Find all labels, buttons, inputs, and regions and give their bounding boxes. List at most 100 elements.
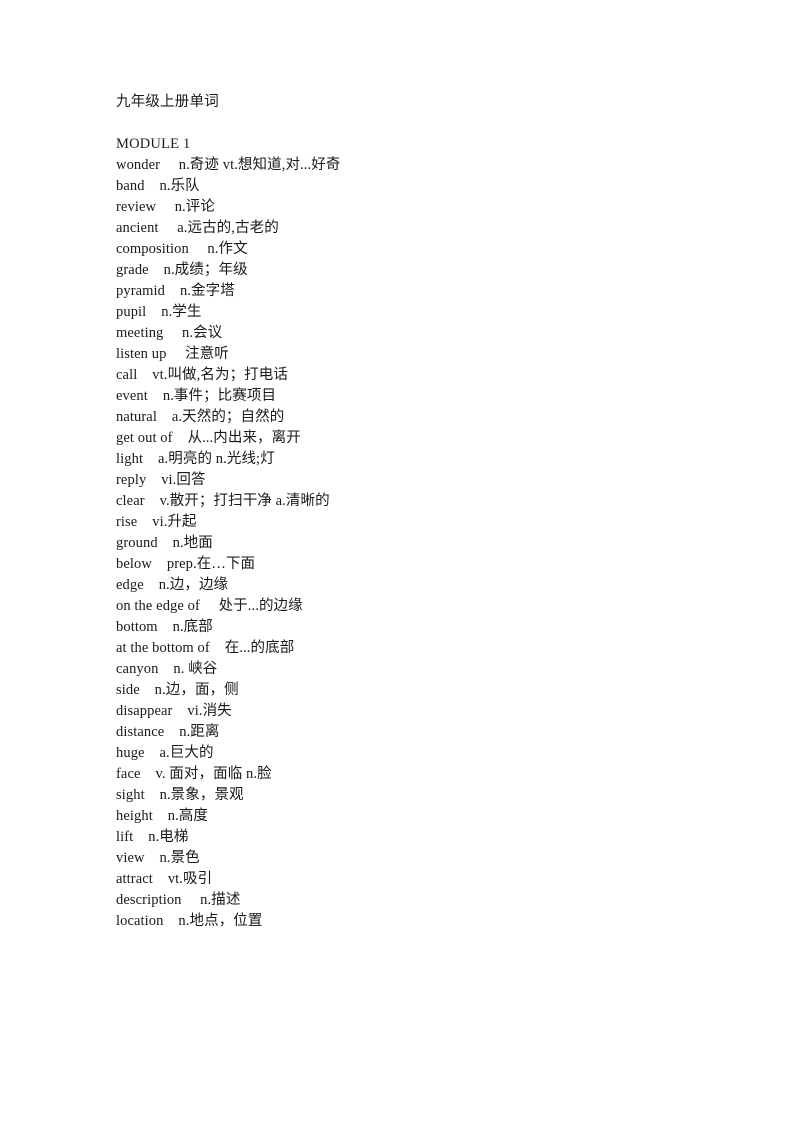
entry-spacer (173, 430, 188, 446)
entry-definition: n.事件；比赛项目 (162, 388, 277, 404)
entry-term: edge (116, 577, 144, 593)
entry-definition: a.天然的；自然的 (171, 409, 285, 425)
entry-spacer (164, 724, 179, 740)
vocabulary-entry: call vt.叫做,名为；打电话 (116, 365, 716, 386)
entry-term: get out of (116, 430, 173, 446)
entry-term: call (116, 367, 138, 383)
entry-definition: a.明亮的 n.光线;灯 (158, 451, 275, 467)
vocabulary-entry: reply vi.回答 (116, 470, 716, 491)
entry-term: band (116, 178, 145, 194)
entry-definition: n.作文 (207, 241, 248, 257)
entry-definition: n.景象，景观 (159, 787, 244, 803)
vocabulary-entry: side n.边，面，侧 (116, 680, 716, 701)
vocabulary-entry: on the edge of 处于...的边缘 (116, 596, 716, 617)
entry-spacer (210, 640, 225, 656)
vocabulary-entry: description n.描述 (116, 890, 716, 911)
entry-definition: vt.叫做,名为；打电话 (152, 367, 288, 383)
vocabulary-entry: height n.高度 (116, 806, 716, 827)
entry-definition: n.学生 (161, 304, 202, 320)
entry-definition: v.散开；打扫干净 a.清晰的 (159, 493, 330, 509)
entry-definition: vt.吸引 (167, 871, 213, 887)
entry-definition: v. 面对，面临 n.脸 (155, 766, 272, 782)
entry-term: face (116, 766, 141, 782)
entry-term: on the edge of (116, 598, 200, 614)
vocabulary-entry: rise vi.升起 (116, 512, 716, 533)
entry-term: at the bottom of (116, 640, 210, 656)
entry-spacer (164, 913, 179, 929)
entry-term: bottom (116, 619, 158, 635)
entry-spacer (182, 892, 201, 908)
vocabulary-entry: get out of 从...内出来，离开 (116, 428, 716, 449)
entry-spacer (160, 157, 179, 173)
entry-spacer (137, 367, 152, 383)
entry-spacer (158, 619, 173, 635)
vocabulary-entry: attract vt.吸引 (116, 869, 716, 890)
vocabulary-entry: grade n.成绩；年级 (116, 260, 716, 281)
entry-definition: 在...的底部 (224, 640, 295, 656)
vocabulary-entry: huge a.巨大的 (116, 743, 716, 764)
vocabulary-entry: pupil n.学生 (116, 302, 716, 323)
entry-spacer (165, 283, 180, 299)
entry-spacer (137, 514, 152, 530)
entry-term: distance (116, 724, 165, 740)
entry-definition: n.描述 (200, 892, 241, 908)
entry-term: rise (116, 514, 138, 530)
entry-definition: prep.在…下面 (166, 556, 256, 572)
entry-definition: n.边，边缘 (158, 577, 229, 593)
vocabulary-entry: band n.乐队 (116, 176, 716, 197)
entry-term: side (116, 682, 140, 698)
vocabulary-entry: sight n.景象，景观 (116, 785, 716, 806)
entry-spacer (172, 703, 187, 719)
entry-term: below (116, 556, 152, 572)
entry-spacer (141, 766, 156, 782)
entry-definition: 处于...的边缘 (218, 598, 303, 614)
entry-term: review (116, 199, 157, 215)
entry-definition: n.底部 (172, 619, 213, 635)
entry-definition: vi.升起 (152, 514, 197, 530)
module-heading: MODULE 1 (116, 136, 191, 152)
entry-spacer (158, 535, 173, 551)
vocabulary-entry: below prep.在…下面 (116, 554, 716, 575)
entry-term: location (116, 913, 164, 929)
vocabulary-entry: disappear vi.消失 (116, 701, 716, 722)
vocabulary-entry: meeting n.会议 (116, 323, 716, 344)
vocabulary-entry: view n.景色 (116, 848, 716, 869)
entry-definition: n.奇迹 vt.想知道,对...好奇 (178, 157, 341, 173)
entry-spacer (157, 409, 172, 425)
vocabulary-entry: face v. 面对，面临 n.脸 (116, 764, 716, 785)
vocabulary-entry: pyramid n.金字塔 (116, 281, 716, 302)
entry-term: ancient (116, 220, 159, 236)
entry-term: event (116, 388, 148, 404)
vocabulary-entry: at the bottom of 在...的底部 (116, 638, 716, 659)
entry-spacer (133, 829, 148, 845)
entry-spacer (145, 787, 160, 803)
entry-term: pyramid (116, 283, 166, 299)
entry-spacer (166, 346, 185, 362)
entry-term: pupil (116, 304, 147, 320)
entry-definition: n.地面 (172, 535, 213, 551)
vocabulary-entry: lift n.电梯 (116, 827, 716, 848)
vocabulary-entry: distance n.距离 (116, 722, 716, 743)
entry-definition: n. 峡谷 (173, 661, 218, 677)
entry-definition: vi.消失 (187, 703, 232, 719)
vocabulary-entry: wonder n.奇迹 vt.想知道,对...好奇 (116, 155, 716, 176)
entry-spacer (189, 241, 208, 257)
entry-spacer (156, 199, 175, 215)
document-page: 九年级上册单词 MODULE 1 wonder n.奇迹 vt.想知道,对...… (0, 0, 800, 1132)
entry-definition: 注意听 (185, 346, 229, 362)
entry-spacer (153, 808, 168, 824)
entry-term: disappear (116, 703, 173, 719)
vocabulary-entry: review n.评论 (116, 197, 716, 218)
entry-spacer (153, 871, 168, 887)
vocabulary-entry: light a.明亮的 n.光线;灯 (116, 449, 716, 470)
entry-definition: n.会议 (182, 325, 223, 341)
vocabulary-entry: listen up 注意听 (116, 344, 716, 365)
document-body: 九年级上册单词 MODULE 1 wonder n.奇迹 vt.想知道,对...… (116, 92, 716, 932)
vocabulary-entry: ground n.地面 (116, 533, 716, 554)
vocabulary-entry: clear v.散开；打扫干净 a.清晰的 (116, 491, 716, 512)
entry-spacer (149, 262, 164, 278)
entry-spacer (145, 493, 160, 509)
entry-spacer (145, 178, 160, 194)
entry-spacer (145, 745, 160, 761)
entry-spacer (146, 472, 161, 488)
